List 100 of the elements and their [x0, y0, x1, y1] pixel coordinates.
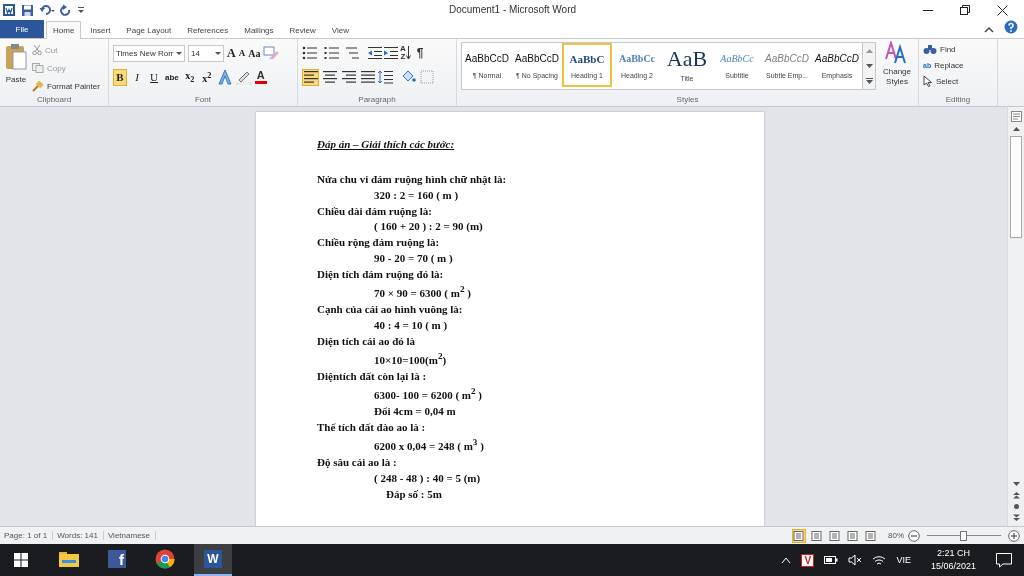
document-line: Thể tích đất đào ao là :	[317, 420, 426, 433]
ribbon-tab[interactable]: References	[180, 21, 236, 38]
find-button[interactable]: Find	[923, 42, 993, 56]
start-icon[interactable]	[14, 553, 28, 567]
align-button[interactable]	[340, 68, 357, 86]
ruler-toggle-icon[interactable]	[1010, 111, 1022, 122]
ribbon-tab[interactable]: Home	[46, 21, 82, 39]
group-label: Paragraph	[358, 95, 396, 104]
ribbon-tab[interactable]: Review	[282, 21, 323, 38]
grow-font-button[interactable]: A	[227, 45, 236, 61]
document-line: Nửa chu vi đám ruộng hình chữ nhật là:	[317, 173, 507, 185]
select-button[interactable]: Select	[923, 74, 993, 88]
binoculars-icon	[923, 43, 937, 55]
letters-icon	[885, 41, 909, 65]
shrink-font-button[interactable]: A	[238, 48, 246, 58]
save-icon[interactable]	[21, 3, 34, 17]
align-button[interactable]	[302, 68, 319, 86]
next-page-icon[interactable]	[1011, 514, 1021, 522]
document-line: Diện tích đám ruộng đó là:	[317, 267, 444, 280]
change-case-button[interactable]: Aa	[248, 47, 261, 59]
scrollbar-thumb[interactable]	[1010, 136, 1022, 238]
change-styles-button[interactable]: Change Styles	[880, 41, 914, 93]
scroll-down-icon[interactable]	[864, 62, 874, 69]
battery-icon[interactable]	[824, 556, 839, 564]
more-styles-icon[interactable]	[864, 77, 874, 85]
wifi-icon[interactable]	[872, 554, 887, 566]
language-indicator[interactable]: Vietnamese	[107, 531, 157, 540]
paintbrush-icon	[32, 80, 44, 92]
format-button[interactable]: abe	[164, 68, 180, 86]
increase-indent-icon[interactable]	[384, 46, 398, 60]
notifications-icon[interactable]	[996, 552, 1012, 568]
document-line: Diệntích đất còn lại là :	[317, 369, 427, 382]
group-label: Clipboard	[36, 95, 72, 104]
format-button[interactable]: B	[113, 68, 127, 86]
font-color-button[interactable]: A	[254, 70, 267, 84]
customize-icon[interactable]	[77, 5, 85, 15]
scroll-down-icon[interactable]	[1011, 481, 1021, 487]
page-count[interactable]: Page: 1 of 1	[4, 531, 54, 540]
align-button[interactable]	[321, 68, 338, 86]
input-language-indicator[interactable]: VIE	[896, 555, 911, 565]
copy-icon	[32, 63, 44, 73]
sort-button[interactable]: A Z	[400, 45, 411, 61]
show-hidden-icons-icon[interactable]	[781, 556, 792, 564]
close-icon[interactable]	[997, 4, 1008, 16]
paste-button[interactable]: Paste	[4, 41, 28, 93]
taskbar-app[interactable]: f	[98, 544, 136, 576]
align-button[interactable]	[359, 68, 376, 86]
group-label: Font	[195, 95, 211, 104]
document-line: 70 × 90 = 6300 ( m$^{2}$ )	[374, 287, 471, 300]
undo-icon[interactable]	[39, 3, 55, 17]
document-line: 10×10=100(m$^{2}$)	[374, 354, 447, 367]
clock-time[interactable]: 2:21 CH	[936, 547, 970, 560]
ribbon-tab[interactable]: View	[324, 21, 356, 38]
restore-icon[interactable]	[960, 5, 970, 15]
view-button[interactable]	[828, 528, 842, 543]
highlighter-icon[interactable]	[235, 69, 252, 85]
format-button[interactable]: I	[130, 68, 144, 86]
ribbon-tab[interactable]: File	[0, 20, 44, 38]
document-line: ( 248 - 48 ) : 40 = 5 (m)	[374, 471, 481, 484]
view-button[interactable]	[810, 528, 824, 543]
vertical-scrollbar[interactable]	[1007, 107, 1024, 526]
document-heading: Đáp án – Giải thích các bước:	[317, 137, 456, 152]
format-button[interactable]: x$_{2}$	[182, 68, 197, 86]
scissors-icon	[32, 45, 42, 55]
zoom-level[interactable]: 80%	[888, 531, 904, 540]
clipboard-icon	[4, 43, 28, 71]
ribbon-tab[interactable]: Mailings	[237, 21, 281, 38]
font-name-field[interactable]: Times New Rorr	[113, 44, 185, 62]
view-button[interactable]	[864, 528, 878, 543]
format-painter-button[interactable]: Format Painter	[32, 79, 100, 93]
collapse-ribbon-icon[interactable]	[984, 26, 994, 34]
format-button[interactable]: x$^{2}$	[199, 68, 214, 86]
document-line: Diện tích cái ao đó là	[317, 334, 416, 347]
redo-icon[interactable]	[60, 3, 72, 17]
taskbar-app[interactable]: W	[194, 544, 232, 576]
document-line: ( 160 + 20 ) : 2 = 90 (m)	[374, 220, 483, 233]
zoom-in-icon[interactable]	[1008, 529, 1020, 542]
text-effects-icon[interactable]	[216, 69, 233, 85]
zoom-slider-thumb[interactable]	[960, 530, 967, 541]
cursor-icon	[923, 75, 933, 87]
antivirus-tray-icon[interactable]: V	[801, 553, 815, 567]
view-button[interactable]	[792, 528, 806, 543]
ribbon-tab[interactable]: Insert	[83, 21, 118, 38]
help-icon[interactable]	[1004, 20, 1018, 34]
decrease-indent-icon[interactable]	[368, 46, 382, 60]
font-size-field[interactable]: 14	[188, 44, 224, 62]
document-line: Độ sâu cái ao là :	[317, 456, 397, 469]
previous-page-icon[interactable]	[1011, 491, 1021, 499]
ribbon-tab[interactable]: Page Layout	[119, 21, 179, 38]
zoom-out-icon[interactable]	[908, 529, 920, 542]
speaker-muted-icon[interactable]	[848, 554, 863, 566]
view-button[interactable]	[846, 528, 860, 543]
document-line: 90 - 20 = 70 ( m )	[374, 252, 453, 264]
clock-date[interactable]: 15/06/2021	[930, 560, 976, 573]
browse-object-icon[interactable]	[1012, 503, 1020, 510]
word-count[interactable]: Words: 141	[57, 531, 104, 540]
scroll-up-icon[interactable]	[1011, 126, 1021, 132]
format-button[interactable]: U	[147, 68, 161, 86]
shading-icon[interactable]	[400, 70, 418, 84]
show-formatting-button[interactable]: ¶	[412, 46, 424, 60]
